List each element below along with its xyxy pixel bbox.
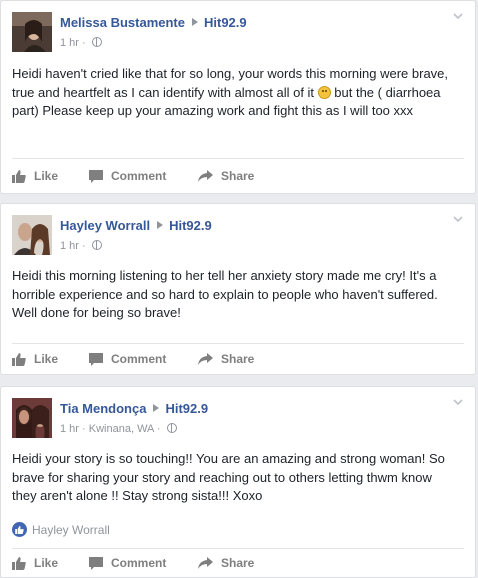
- timestamp[interactable]: 1 hr: [60, 423, 79, 435]
- like-reaction-icon: [12, 522, 27, 537]
- timestamp[interactable]: 1 hr: [60, 240, 79, 252]
- triangle-right-icon: [153, 404, 160, 412]
- like-button[interactable]: Like: [12, 163, 58, 189]
- avatar[interactable]: [12, 12, 52, 52]
- meta-separator: ·: [82, 37, 86, 49]
- target-page[interactable]: Hit92.9: [165, 401, 208, 416]
- post-text: Heidi your story is so touching!! You ar…: [12, 451, 445, 503]
- share-arrow-icon: [198, 353, 213, 365]
- divider: [12, 548, 464, 549]
- reactions-summary[interactable]: Hayley Worrall: [12, 522, 110, 537]
- avatar[interactable]: [12, 215, 52, 255]
- avatar[interactable]: [12, 398, 52, 438]
- comment-button[interactable]: Comment: [89, 550, 166, 576]
- post-card: Hayley Worrall Hit92.9 1 hr · Heidi this …: [0, 203, 476, 375]
- comment-button[interactable]: Comment: [89, 346, 166, 372]
- share-button[interactable]: Share: [198, 163, 254, 189]
- action-bar: Like Comment Share: [12, 346, 464, 372]
- comment-button[interactable]: Comment: [89, 163, 166, 189]
- thumbs-up-icon: [12, 352, 26, 366]
- post-header: Melissa Bustamente Hit92.9: [60, 15, 247, 30]
- triangle-right-icon: [192, 18, 198, 26]
- meta-separator: ·: [82, 423, 86, 435]
- author-name[interactable]: Melissa Bustamente: [60, 15, 185, 30]
- post-meta: 1 hr ·: [60, 240, 102, 252]
- divider: [12, 158, 464, 159]
- meta-separator: ·: [156, 423, 161, 435]
- post-meta: 1 hr · Kwinana, WA ·: [60, 423, 177, 435]
- like-button[interactable]: Like: [12, 550, 58, 576]
- post-card: Melissa Bustamente Hit92.9 1 hr · Heidi h…: [0, 0, 476, 194]
- globe-icon[interactable]: [91, 240, 102, 250]
- author-name[interactable]: Tia Mendonça: [60, 401, 146, 416]
- thumbs-up-icon: [12, 556, 26, 570]
- speech-bubble-icon: [89, 556, 103, 570]
- speech-bubble-icon: [89, 352, 103, 366]
- post-header: Hayley Worrall Hit92.9: [60, 218, 212, 233]
- post-text: Heidi this morning listening to her tell…: [12, 268, 438, 320]
- action-bar: Like Comment Share: [12, 163, 464, 189]
- like-button[interactable]: Like: [12, 346, 58, 372]
- post-card: Tia Mendonça Hit92.9 1 hr · Kwinana, WA ·…: [0, 386, 476, 578]
- chevron-down-icon[interactable]: [453, 11, 463, 21]
- share-arrow-icon: [198, 557, 213, 569]
- slightly-frowning-face-emoji: [317, 85, 331, 99]
- timestamp[interactable]: 1 hr: [60, 37, 79, 49]
- share-button[interactable]: Share: [198, 346, 254, 372]
- liked-by[interactable]: Hayley Worrall: [32, 523, 110, 537]
- post-header: Tia Mendonça Hit92.9: [60, 401, 208, 416]
- share-arrow-icon: [198, 170, 213, 182]
- thumbs-up-icon: [12, 169, 26, 183]
- divider: [12, 343, 464, 344]
- chevron-down-icon[interactable]: [453, 214, 463, 224]
- action-bar: Like Comment Share: [12, 550, 464, 576]
- post-meta: 1 hr ·: [60, 37, 102, 49]
- globe-icon[interactable]: [166, 423, 177, 433]
- triangle-right-icon: [157, 221, 164, 229]
- globe-icon[interactable]: [91, 37, 102, 47]
- speech-bubble-icon: [89, 169, 103, 183]
- author-name[interactable]: Hayley Worrall: [60, 218, 150, 233]
- meta-separator: ·: [82, 240, 86, 252]
- post-text: Heidi haven't cried like that for so lon…: [12, 66, 449, 118]
- location[interactable]: Kwinana, WA: [89, 423, 154, 435]
- target-page[interactable]: Hit92.9: [169, 218, 212, 233]
- target-page[interactable]: Hit92.9: [204, 15, 247, 30]
- chevron-down-icon[interactable]: [453, 397, 463, 407]
- share-button[interactable]: Share: [198, 550, 254, 576]
